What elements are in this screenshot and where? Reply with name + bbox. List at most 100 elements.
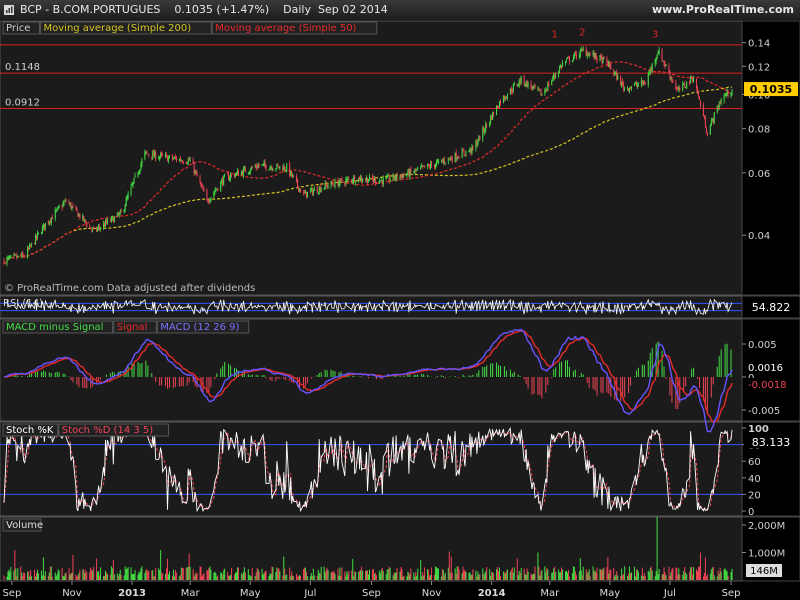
volume-bar bbox=[504, 573, 506, 580]
volume-bar bbox=[622, 575, 624, 580]
volume-bar bbox=[63, 576, 65, 580]
volume-bar bbox=[285, 575, 287, 580]
macd-histogram-bar bbox=[279, 377, 281, 379]
volume-bar bbox=[217, 575, 219, 580]
macd-histogram-bar bbox=[427, 374, 429, 377]
candle-body bbox=[323, 187, 325, 189]
candle-body bbox=[668, 65, 670, 74]
volume-bar bbox=[678, 568, 680, 580]
volume-bar bbox=[173, 576, 175, 580]
candle-body bbox=[213, 192, 215, 197]
candle-body bbox=[423, 165, 425, 167]
volume-bar bbox=[711, 567, 713, 580]
candle-body bbox=[629, 87, 631, 92]
volume-bar bbox=[220, 572, 222, 580]
volume-bar bbox=[56, 573, 58, 580]
candle-body bbox=[137, 173, 139, 177]
macd-histogram-bar bbox=[403, 376, 405, 377]
candle-body bbox=[269, 167, 271, 170]
volume-bar bbox=[189, 566, 191, 580]
candle-body bbox=[65, 200, 67, 202]
candle-body bbox=[686, 81, 688, 89]
volume-bar bbox=[574, 571, 576, 580]
macd-histogram-bar bbox=[421, 373, 423, 377]
candle-body bbox=[720, 99, 722, 103]
volume-bar bbox=[689, 571, 691, 580]
candle-body bbox=[283, 166, 285, 171]
candle-body bbox=[599, 55, 601, 60]
candle-body bbox=[705, 128, 707, 133]
macd-histogram-bar bbox=[285, 377, 287, 381]
macd-histogram-bar bbox=[310, 377, 312, 379]
candle-body bbox=[580, 49, 582, 51]
candle-body bbox=[517, 84, 519, 87]
candle-body bbox=[27, 248, 29, 258]
candle-body bbox=[154, 151, 156, 157]
candle-body bbox=[23, 255, 25, 257]
candle-body bbox=[118, 213, 120, 216]
candle-body bbox=[282, 167, 284, 171]
macd-histogram-bar bbox=[509, 369, 511, 377]
macd-histogram-bar bbox=[635, 370, 637, 377]
candle-body bbox=[17, 255, 19, 258]
volume-bar bbox=[657, 574, 659, 580]
candle-body bbox=[255, 165, 257, 168]
macd-histogram-bar bbox=[561, 361, 563, 377]
candle-body bbox=[50, 217, 52, 224]
volume-bar bbox=[388, 566, 390, 580]
volume-bar bbox=[76, 576, 78, 580]
macd-histogram-bar bbox=[482, 366, 484, 377]
candle-body bbox=[401, 174, 403, 179]
volume-bar bbox=[621, 568, 623, 580]
horizontal-level-label: 0.1148 bbox=[5, 62, 40, 73]
macd-histogram-bar bbox=[255, 374, 257, 377]
macd-histogram-bar bbox=[409, 374, 411, 377]
volume-bar bbox=[171, 576, 173, 580]
candle-body bbox=[388, 175, 390, 182]
candle-body bbox=[148, 154, 150, 156]
candle-body bbox=[593, 52, 595, 58]
macd-histogram-bar bbox=[620, 377, 622, 402]
candle-body bbox=[200, 183, 202, 186]
candle-body bbox=[224, 174, 226, 176]
volume-bar bbox=[408, 572, 410, 580]
chart-canvas[interactable]: 0.140.120.100.080.060.040.11480.0912123P… bbox=[0, 0, 800, 600]
volume-bar bbox=[346, 571, 348, 580]
candle-body bbox=[506, 94, 508, 99]
volume-bar bbox=[227, 572, 229, 580]
candle-body bbox=[672, 80, 674, 83]
macd-legend-label: MACD (12 26 9) bbox=[160, 322, 239, 333]
candle-body bbox=[220, 181, 222, 192]
volume-bar bbox=[399, 571, 401, 580]
candle-body bbox=[131, 184, 133, 186]
volume-bar bbox=[588, 569, 590, 580]
candle-body bbox=[382, 178, 384, 185]
volume-bar bbox=[236, 567, 238, 580]
volume-bar bbox=[159, 570, 161, 580]
candle-body bbox=[537, 87, 539, 89]
macd-histogram-bar bbox=[334, 371, 336, 377]
peak-annotation: 1 bbox=[551, 30, 557, 41]
macd-histogram-bar bbox=[472, 374, 474, 377]
candle-body bbox=[609, 61, 611, 67]
candle-body bbox=[641, 80, 643, 84]
macd-histogram-bar bbox=[490, 363, 492, 377]
candle-body bbox=[85, 220, 87, 223]
volume-bar bbox=[192, 569, 194, 580]
candle-body bbox=[392, 174, 394, 180]
volume-bar bbox=[623, 573, 625, 580]
candle-body bbox=[141, 159, 143, 165]
candle-body bbox=[712, 119, 714, 122]
x-tick-label: Sep bbox=[722, 588, 741, 599]
macd-histogram-bar bbox=[685, 377, 687, 387]
candle-body bbox=[709, 124, 711, 135]
candle-body bbox=[55, 209, 57, 211]
volume-bar bbox=[51, 576, 53, 580]
volume-bar bbox=[138, 571, 140, 580]
candle-body bbox=[589, 53, 591, 55]
volume-bar bbox=[22, 575, 24, 580]
volume-bar bbox=[36, 569, 38, 580]
candle-body bbox=[15, 255, 17, 256]
macd-histogram-bar bbox=[100, 377, 102, 380]
candle-body bbox=[710, 120, 712, 126]
